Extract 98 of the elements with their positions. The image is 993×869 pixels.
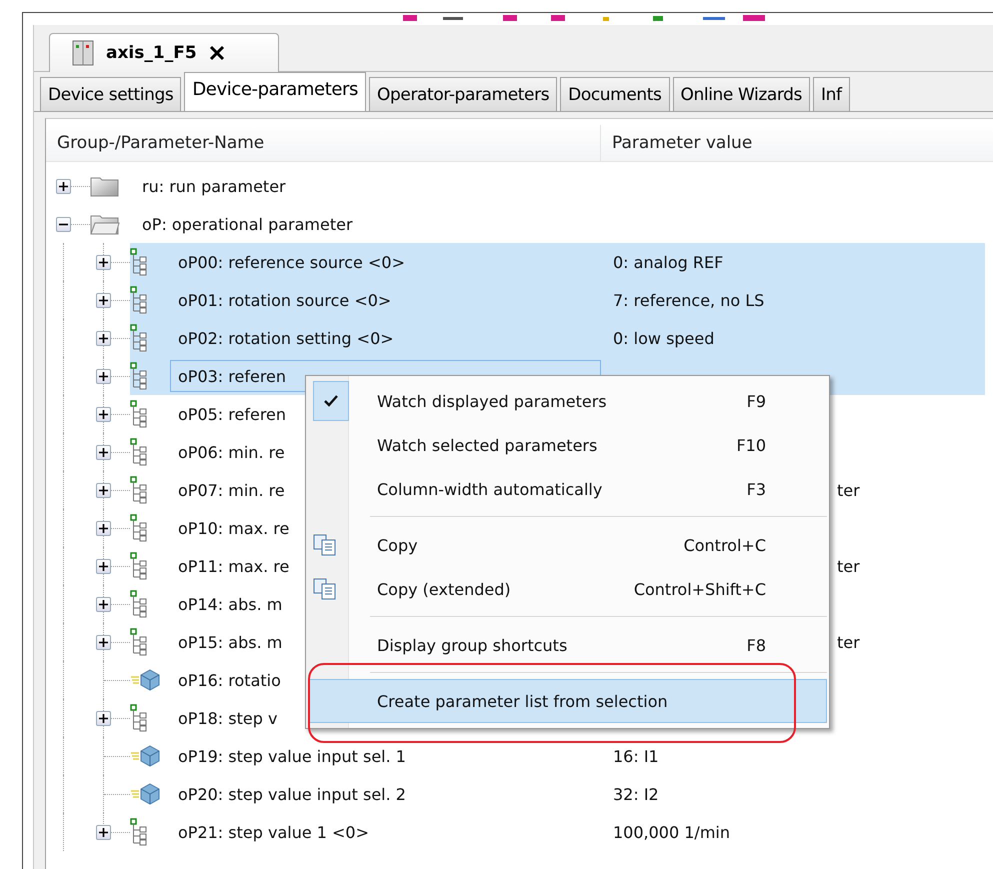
checkmark-icon [313, 381, 349, 421]
parameter-name: oP16: rotatio [177, 670, 282, 690]
folder-icon [90, 175, 120, 197]
tab[interactable]: Documents [560, 77, 670, 111]
plus-icon [99, 448, 108, 456]
parameter-value: 16: I1 [613, 746, 659, 766]
parameter-name: oP01: rotation source <0> [177, 290, 392, 310]
expand-button[interactable] [96, 710, 111, 726]
parameter-name: oP07: min. re [177, 480, 286, 500]
document-title: axis_1_F5 [106, 43, 197, 63]
expand-button[interactable] [96, 444, 111, 460]
plus-icon [99, 600, 108, 608]
plus-icon [99, 372, 108, 380]
collapse-button[interactable] [56, 216, 71, 232]
expand-button[interactable] [96, 520, 111, 536]
selected-row[interactable]: oP00: reference source <0> 0: analog REF [130, 243, 985, 281]
copy-icon [313, 578, 337, 600]
parameter-name: oP05: referen [177, 404, 288, 424]
column-header[interactable]: Group-/Parameter-Name [46, 125, 601, 161]
parameter-value: ter [837, 632, 860, 652]
expand-button[interactable] [96, 368, 111, 384]
close-button[interactable] [208, 45, 225, 61]
parameter-value: ter [837, 480, 860, 500]
selected-row[interactable]: oP02: rotation setting <0> 0: low speed [130, 319, 985, 357]
parameter-name: oP14: abs. m [177, 594, 284, 614]
parameter-name: oP18: step v [177, 708, 278, 728]
plus-icon [99, 296, 108, 304]
expand-button[interactable] [56, 178, 71, 194]
expand-button[interactable] [96, 824, 111, 840]
parameter-name: oP10: max. re [177, 518, 290, 538]
cube-icon [130, 745, 160, 767]
column-header[interactable]: Parameter value [601, 125, 752, 161]
expand-button[interactable] [96, 634, 111, 650]
tree-structure-icon [130, 818, 148, 846]
tree-structure-icon [130, 514, 148, 542]
tree-structure-icon [130, 438, 148, 466]
expand-button[interactable] [96, 558, 111, 574]
tab[interactable]: Online Wizards [672, 77, 810, 111]
expand-button[interactable] [96, 254, 111, 270]
parameter-value: 0: low speed [613, 328, 714, 348]
tree-structure-icon [130, 286, 148, 314]
copy-icon [313, 534, 337, 556]
open-folder-icon [90, 213, 120, 235]
menu-item[interactable]: Create parameter list from selection [308, 679, 827, 723]
selected-row[interactable]: oP01: rotation source <0> 7: reference, no LS [130, 281, 985, 319]
tree-structure-icon [130, 628, 148, 656]
parameter-name: ru: run parameter [141, 176, 287, 196]
cube-icon [130, 783, 160, 805]
parameter-name: oP15: abs. m [177, 632, 284, 652]
tree-structure-icon [130, 362, 148, 390]
tree-structure-icon [130, 552, 148, 580]
plus-icon [99, 486, 108, 494]
tab[interactable]: Inf [813, 77, 850, 111]
expand-button[interactable] [96, 482, 111, 498]
parameter-name: oP19: step value input sel. 1 [177, 746, 407, 766]
menu-item[interactable]: Copy (extended) Control+Shift+C [308, 567, 827, 611]
plus-icon [99, 258, 108, 266]
cube-icon [130, 669, 160, 691]
plus-icon [99, 334, 108, 342]
menu-item[interactable]: Column-width automatically F3 [308, 467, 827, 511]
document-tab[interactable]: axis_1_F5 [49, 33, 279, 72]
plus-icon [99, 410, 108, 418]
tree-structure-icon [130, 476, 148, 504]
parameter-name: oP00: reference source <0> [177, 252, 406, 272]
cabinet-icon [72, 40, 94, 66]
tree-structure-icon [130, 248, 148, 276]
parameter-value: 0: analog REF [613, 252, 724, 272]
parameter-value: ter [837, 556, 860, 576]
menu-item[interactable]: Display group shortcuts F8 [308, 623, 827, 667]
expand-button[interactable] [96, 292, 111, 308]
parameter-name: oP02: rotation setting <0> [177, 328, 395, 348]
close-icon [208, 45, 225, 61]
parameter-name: oP21: step value 1 <0> [177, 822, 370, 842]
tree-structure-icon [130, 590, 148, 618]
parameter-name: oP20: step value input sel. 2 [177, 784, 407, 804]
tab[interactable]: Operator-parameters [369, 77, 558, 111]
tree-structure-icon [130, 704, 148, 732]
parameter-value: 32: I2 [613, 784, 659, 804]
expand-button[interactable] [96, 406, 111, 422]
parameter-name: oP11: max. re [177, 556, 290, 576]
parameter-value: 100,000 1/min [613, 822, 730, 842]
tree-structure-icon [130, 324, 148, 352]
menu-item[interactable]: Copy Control+C [308, 523, 827, 567]
expand-button[interactable] [96, 330, 111, 346]
plus-icon [59, 182, 68, 190]
tree-structure-icon [130, 400, 148, 428]
expand-button[interactable] [96, 596, 111, 612]
plus-icon [99, 638, 108, 646]
plus-icon [99, 828, 108, 836]
parameter-name: oP: operational parameter [141, 214, 354, 234]
tab[interactable]: Device-parameters [184, 72, 366, 111]
parameter-name: oP06: min. re [177, 442, 286, 462]
plus-icon [99, 714, 108, 722]
plus-icon [99, 524, 108, 532]
tab[interactable]: Device settings [40, 77, 182, 111]
plus-icon [99, 562, 108, 570]
menu-item[interactable]: Watch selected parameters F10 [308, 423, 827, 467]
parameter-value: 7: reference, no LS [613, 290, 764, 310]
